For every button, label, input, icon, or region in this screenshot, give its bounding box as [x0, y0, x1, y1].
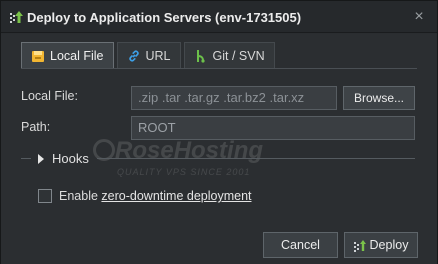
close-icon[interactable]: ×: [411, 9, 427, 25]
tab-git-svn[interactable]: Git / SVN: [183, 42, 275, 69]
chevron-right-icon[interactable]: [38, 154, 44, 164]
tab-url[interactable]: URL: [116, 42, 181, 69]
local-file-input[interactable]: .zip .tar .tar.gz .tar.bz2 .tar.xz: [131, 86, 337, 110]
hooks-divider-right: [97, 158, 415, 159]
path-input[interactable]: ROOT: [131, 116, 415, 140]
hooks-section-toggle[interactable]: Hooks: [21, 150, 417, 168]
local-file-label: Local File:: [21, 89, 78, 103]
cancel-label: Cancel: [281, 238, 320, 252]
deploy-icon: [10, 11, 23, 23]
browse-button[interactable]: Browse...: [343, 86, 415, 110]
tab-local-file[interactable]: Local File: [21, 42, 114, 69]
source-tabs: Local File URL Git / SVN: [21, 42, 278, 69]
zero-downtime-prefix: Enable: [59, 189, 98, 203]
hooks-label[interactable]: Hooks: [52, 151, 89, 166]
tab-label: Local File: [50, 48, 104, 63]
zero-downtime-link[interactable]: zero-downtime deployment: [101, 189, 251, 203]
deploy-label: Deploy: [369, 238, 409, 252]
folder-icon: [32, 50, 44, 62]
hooks-divider-left: [21, 158, 31, 159]
dialog-body: Local File URL Git / SVN Local File: .zi…: [1, 34, 437, 224]
tab-label: Git / SVN: [212, 48, 265, 63]
zero-downtime-checkbox[interactable]: [38, 189, 52, 203]
dialog-titlebar[interactable]: Deploy to Application Servers (env-17315…: [1, 1, 437, 33]
deploy-icon: [353, 239, 366, 252]
path-label: Path:: [21, 120, 51, 134]
watermark-subtext: QUALITY VPS SINCE 2001: [117, 167, 251, 177]
dialog-title: Deploy to Application Servers (env-17315…: [27, 10, 302, 25]
tab-label: URL: [145, 48, 171, 63]
tab-divider: [21, 68, 417, 69]
git-branch-icon: [196, 49, 205, 63]
deploy-dialog: Deploy to Application Servers (env-17315…: [0, 0, 438, 264]
dialog-footer: Cancel Deploy: [1, 224, 437, 264]
cancel-button[interactable]: Cancel: [263, 232, 338, 258]
link-icon: [128, 50, 139, 61]
zero-downtime-label[interactable]: Enable zero-downtime deployment: [59, 189, 252, 203]
deploy-button[interactable]: Deploy: [344, 232, 418, 258]
